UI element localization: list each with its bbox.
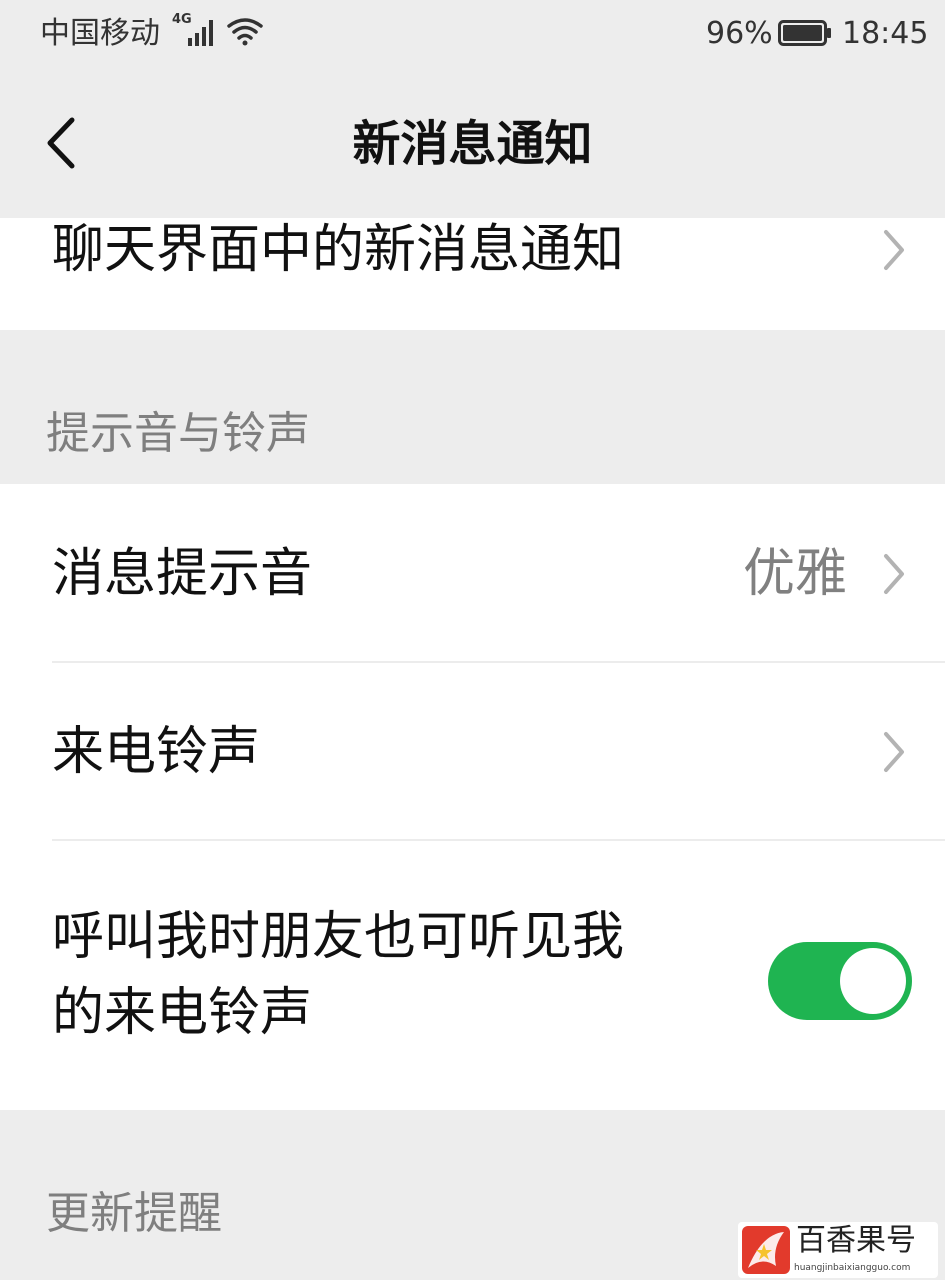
- friends-hear-ringtone-row: 呼叫我时朋友也可听见我 的来电铃声: [0, 840, 945, 1110]
- toggle-knob: [840, 948, 906, 1014]
- chevron-right-icon: [884, 732, 904, 772]
- chevron-right-icon: [884, 554, 904, 594]
- message-sound-row[interactable]: 消息提示音 优雅: [0, 484, 945, 662]
- chat-notification-card: 聊天界面中的新消息通知: [0, 218, 945, 330]
- chat-notification-row[interactable]: 聊天界面中的新消息通知: [0, 218, 945, 330]
- chat-notification-label: 聊天界面中的新消息通知: [52, 220, 625, 280]
- section-header-updates: 更新提醒: [46, 1188, 222, 1239]
- section-header-sounds: 提示音与铃声: [46, 408, 310, 459]
- status-bar: 中国移动 4G 96% 18:45: [0, 0, 945, 70]
- nav-bar: 新消息通知: [0, 70, 945, 218]
- battery-icon: [778, 20, 831, 46]
- ringtone-label: 来电铃声: [52, 722, 261, 782]
- ringtone-row[interactable]: 来电铃声: [0, 662, 945, 840]
- watermark-url: huangjinbaixiangguo.com: [794, 1263, 911, 1273]
- friends-hear-ringtone-label-line1: 呼叫我时朋友也可听见我: [52, 907, 625, 967]
- wifi-icon: [227, 18, 263, 46]
- cellular-signal-icon: [188, 20, 213, 46]
- watermark-logo-icon: [742, 1226, 790, 1274]
- battery-percent: 96%: [706, 16, 773, 51]
- friends-hear-ringtone-label-line2: 的来电铃声: [52, 983, 313, 1043]
- friends-hear-ringtone-toggle[interactable]: [768, 942, 912, 1020]
- message-sound-label: 消息提示音: [52, 544, 313, 604]
- sounds-card: 消息提示音 优雅 来电铃声 呼叫我时朋友也可听见我 的来电铃声: [0, 484, 945, 1110]
- chevron-right-icon: [884, 230, 904, 270]
- page-title: 新消息通知: [352, 116, 593, 172]
- watermark: 百香果号 huangjinbaixiangguo.com: [738, 1222, 938, 1278]
- carrier-name: 中国移动: [40, 16, 160, 51]
- message-sound-value: 优雅: [742, 544, 847, 604]
- watermark-title: 百香果号: [796, 1223, 916, 1258]
- clock: 18:45: [842, 16, 929, 51]
